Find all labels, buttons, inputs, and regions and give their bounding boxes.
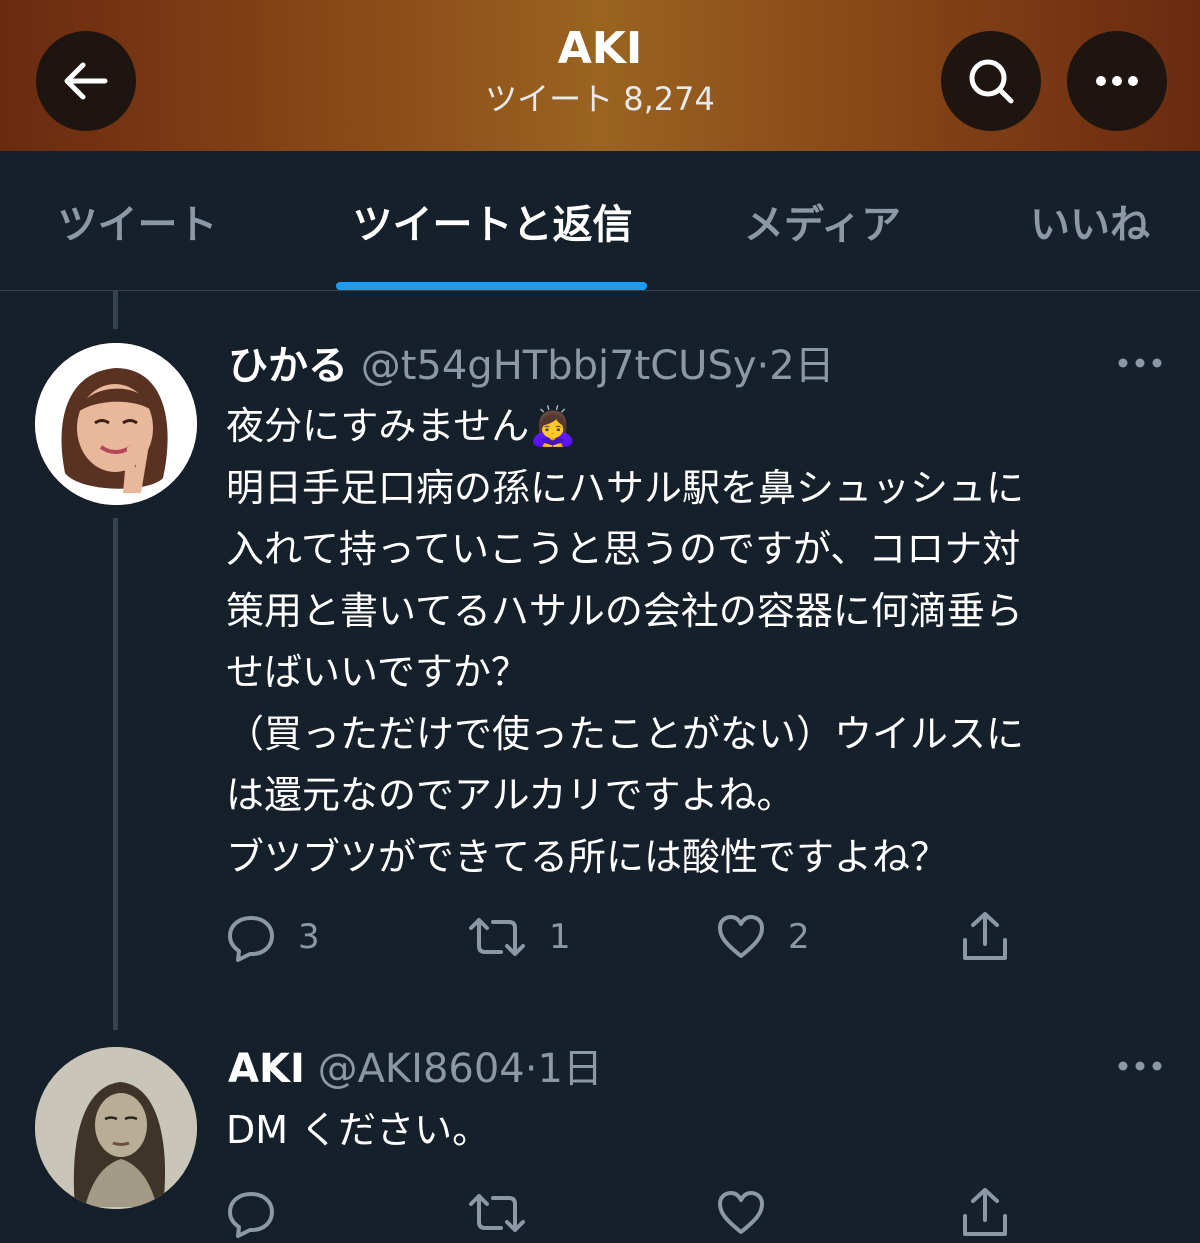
- separator-dot: ·: [756, 343, 770, 389]
- tweet-text-line: 入れて持っていこうと思うのですが、コロナ対: [226, 527, 1021, 571]
- tweet-time[interactable]: 1日: [537, 1046, 602, 1092]
- retweet-icon: [469, 1194, 525, 1232]
- reply-button[interactable]: [226, 1183, 276, 1243]
- like-button[interactable]: [716, 1183, 766, 1243]
- tab-media[interactable]: メディア: [715, 151, 930, 290]
- tweet-text-line: 夜分にすみません🙇‍♀️: [226, 404, 577, 448]
- profile-tabs: ツイート ツイートと返信 メディア いいね: [0, 151, 1200, 291]
- arrow-left-icon: [64, 62, 108, 100]
- reply-icon: [228, 1192, 274, 1238]
- tweet-text-line: せばいいですか？: [226, 650, 529, 694]
- display-name[interactable]: ひかる: [228, 343, 348, 389]
- profile-header: AKI ツイート 8,274: [0, 0, 1200, 151]
- tab-tweets[interactable]: ツイート: [30, 151, 245, 290]
- more-horizontal-icon: [1118, 358, 1161, 368]
- tweet-count: ツイート 8,274: [485, 80, 715, 118]
- share-icon: [963, 912, 1007, 960]
- share-button[interactable]: [960, 1183, 1010, 1243]
- tweet-text-line: （買っただけで使ったことがない）ウイルスに: [226, 711, 1025, 756]
- tweet-time[interactable]: 2日: [769, 343, 834, 389]
- search-button[interactable]: [941, 31, 1041, 131]
- tweet-text-line: ブツブツができてる所には酸性ですよね？: [226, 834, 949, 879]
- user-handle[interactable]: @t54gHTbbj7tCUSy: [361, 343, 757, 389]
- tweet-text-line: 明日手足口病の孫にハサル駅を鼻シュッシュに: [226, 465, 1025, 510]
- tweet-header: ひかる @t54gHTbbj7tCUSy·2日: [228, 341, 835, 391]
- heart-icon: [718, 1191, 764, 1234]
- reply-icon: [228, 916, 274, 962]
- like-count: 2: [788, 917, 810, 957]
- heart-icon: [718, 915, 764, 958]
- reply-button[interactable]: 3: [226, 907, 320, 967]
- reply-count: 3: [298, 917, 320, 957]
- tweet-text: DM ください。: [226, 1100, 1171, 1162]
- bowing-woman-emoji: 🙇‍♀️: [529, 404, 577, 448]
- search-icon: [969, 59, 1014, 104]
- share-button[interactable]: [960, 907, 1010, 967]
- retweet-button[interactable]: 1: [467, 907, 571, 967]
- avatar[interactable]: [35, 343, 197, 505]
- more-button[interactable]: [1067, 31, 1167, 131]
- display-name[interactable]: AKI: [228, 1046, 305, 1092]
- retweet-icon: [469, 918, 525, 956]
- retweet-button[interactable]: [467, 1183, 527, 1243]
- back-button[interactable]: [36, 31, 136, 131]
- tab-tweets-and-replies[interactable]: ツイートと返信: [320, 151, 665, 290]
- tweet-actions: [0, 1183, 1200, 1243]
- tweet-text-line: 策用と書いてるハサルの会社の容器に何滴垂ら: [226, 588, 1023, 633]
- thread-line: [113, 291, 118, 329]
- tweet-text-line: DM ください。: [226, 1108, 491, 1152]
- retweet-count: 1: [549, 917, 571, 957]
- active-tab-indicator: [336, 282, 647, 290]
- memoji-avatar-image: [35, 343, 197, 505]
- more-horizontal-icon: [1096, 76, 1138, 86]
- tweet-header: AKI @AKI8604·1日: [228, 1044, 603, 1094]
- tweet-more-button[interactable]: [1112, 348, 1167, 378]
- user-handle[interactable]: @AKI8604: [318, 1046, 525, 1092]
- tweet-text: 夜分にすみません🙇‍♀️ 明日手足口病の孫にハサル駅を鼻シュッシュに 入れて持っ…: [226, 396, 1171, 888]
- tweet-text-line: は還元なのでアルカリですよね。: [226, 773, 795, 817]
- profile-name: AKI: [557, 23, 643, 74]
- tab-likes[interactable]: いいね: [1000, 151, 1180, 290]
- separator-dot: ·: [524, 1046, 538, 1092]
- share-icon: [963, 1188, 1007, 1236]
- tweet-more-button[interactable]: [1112, 1051, 1167, 1081]
- like-button[interactable]: 2: [716, 907, 810, 967]
- tweet-actions: 3 1 2: [0, 907, 1200, 967]
- more-horizontal-icon: [1118, 1061, 1161, 1071]
